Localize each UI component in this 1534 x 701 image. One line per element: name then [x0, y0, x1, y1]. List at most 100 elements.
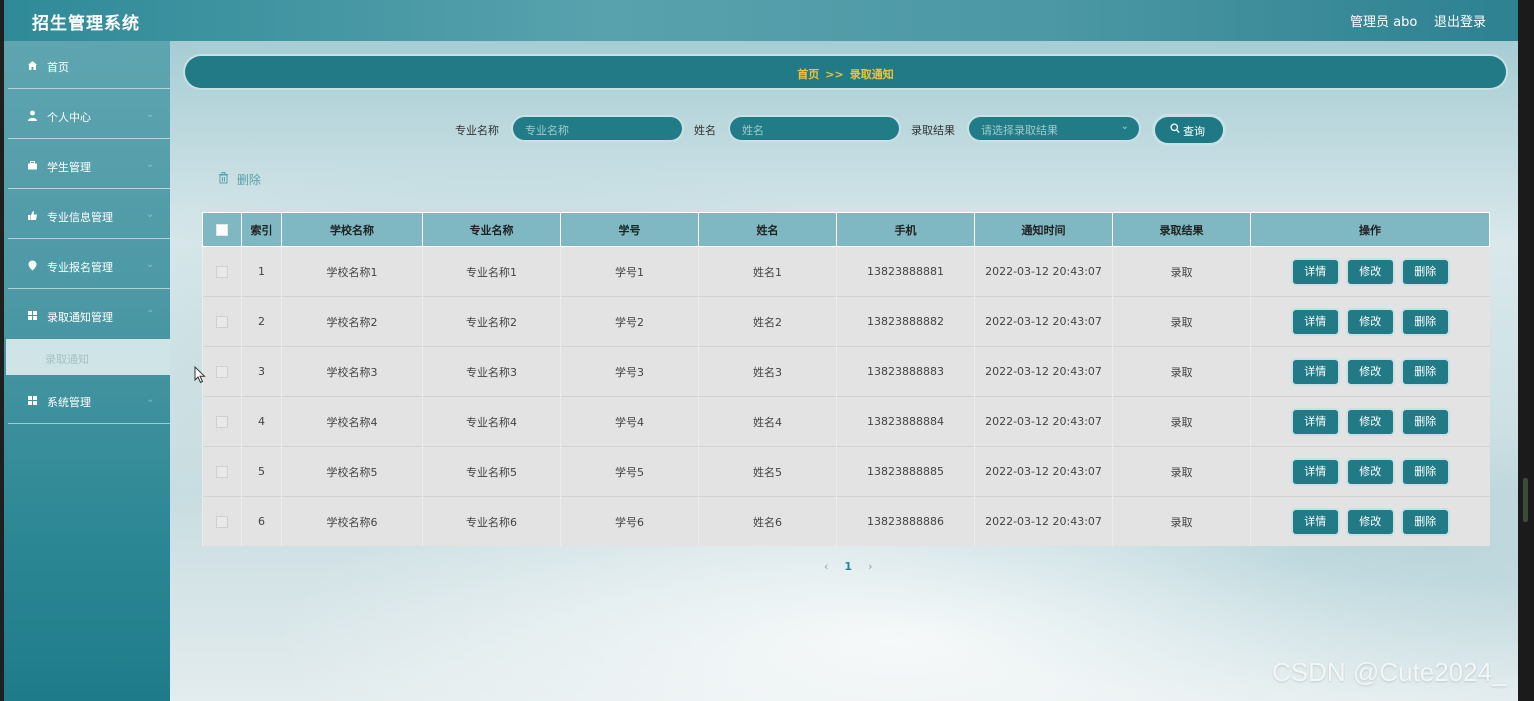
sidebar-item-personal-center[interactable]: 个人中心 ⌄ — [4, 91, 170, 139]
sidebar-item-label: 首页 — [47, 61, 69, 74]
sidebar-item-admission-notice-management[interactable]: 录取通知管理 ⌃ — [4, 291, 170, 339]
column-header: 专业名称 — [422, 212, 561, 247]
delete-button[interactable]: 删除 — [1402, 459, 1448, 484]
student-id-cell: 学号1 — [560, 246, 699, 297]
table-row: 4 学校名称4 专业名称4 学号4 姓名4 13823888884 2022-0… — [202, 396, 1490, 447]
scrollbar-thumb[interactable] — [1523, 478, 1528, 522]
user-icon — [27, 110, 38, 121]
notice-time-cell: 2022-03-12 20:43:07 — [974, 446, 1113, 497]
prev-page-button[interactable]: ‹ — [824, 560, 828, 573]
edit-button[interactable]: 修改 — [1347, 459, 1393, 484]
logout-link[interactable]: 退出登录 — [1434, 11, 1486, 30]
row-checkbox[interactable] — [216, 366, 228, 378]
edit-button[interactable]: 修改 — [1347, 509, 1393, 534]
detail-button[interactable]: 详情 — [1292, 459, 1338, 484]
name-cell: 姓名6 — [698, 496, 837, 546]
name-cell: 姓名1 — [698, 246, 837, 297]
chevron-down-icon: ⌄ — [146, 209, 155, 220]
sidebar-item-label: 录取通知管理 — [47, 311, 113, 324]
detail-button[interactable]: 详情 — [1292, 409, 1338, 434]
bulk-delete-label: 删除 — [236, 173, 261, 187]
sidebar: 首页 个人中心 ⌄ 学生管理 ⌄ 专业信息管理 ⌄ 专业报名管理 ⌄ 录取通知管… — [4, 41, 170, 701]
column-header: 录取结果 — [1112, 212, 1251, 247]
school-cell: 学校名称5 — [281, 446, 423, 497]
student-id-cell: 学号5 — [560, 446, 699, 497]
watermark: CSDN @Cute2024_ — [1272, 657, 1507, 687]
notice-time-cell: 2022-03-12 20:43:07 — [974, 296, 1113, 347]
actions-cell: 详情 修改 删除 — [1250, 346, 1490, 397]
sidebar-item-home[interactable]: 首页 — [4, 41, 170, 89]
select-all-checkbox[interactable] — [216, 224, 228, 236]
edit-button[interactable]: 修改 — [1347, 259, 1393, 284]
student-name-input[interactable]: 姓名 — [730, 117, 899, 140]
row-checkbox[interactable] — [216, 466, 228, 478]
school-cell: 学校名称1 — [281, 246, 423, 297]
school-cell: 学校名称6 — [281, 496, 423, 546]
column-header: 学号 — [560, 212, 699, 247]
delete-button[interactable]: 删除 — [1402, 309, 1448, 334]
delete-button[interactable]: 删除 — [1402, 259, 1448, 284]
breadcrumb-home-link[interactable]: 首页 — [797, 68, 819, 81]
edit-button[interactable]: 修改 — [1347, 309, 1393, 334]
page-number-current[interactable]: 1 — [844, 560, 852, 573]
table-row: 1 学校名称1 专业名称1 学号1 姓名1 13823888881 2022-0… — [202, 246, 1490, 297]
divider — [8, 188, 170, 189]
name-cell: 姓名3 — [698, 346, 837, 397]
actions-cell: 详情 修改 删除 — [1250, 446, 1490, 497]
divider — [8, 423, 170, 424]
result-cell: 录取 — [1112, 346, 1251, 397]
chevron-down-icon: ⌄ — [1120, 121, 1129, 132]
student-id-cell: 学号6 — [560, 496, 699, 546]
next-page-button[interactable]: › — [868, 560, 872, 573]
admission-result-select[interactable]: 请选择录取结果 ⌄ — [969, 117, 1139, 140]
delete-button[interactable]: 删除 — [1402, 359, 1448, 384]
submenu-item-label: 录取通知 — [45, 353, 89, 366]
briefcase-icon — [27, 160, 38, 171]
row-checkbox[interactable] — [216, 516, 228, 528]
sidebar-item-system-management[interactable]: 系统管理 ⌄ — [4, 376, 170, 424]
current-user: 管理员 abo — [1350, 15, 1418, 30]
detail-button[interactable]: 详情 — [1292, 359, 1338, 384]
sidebar-item-label: 个人中心 — [47, 111, 91, 124]
detail-button[interactable]: 详情 — [1292, 309, 1338, 334]
delete-button[interactable]: 删除 — [1402, 509, 1448, 534]
notice-time-cell: 2022-03-12 20:43:07 — [974, 346, 1113, 397]
breadcrumb-separator: >> — [825, 68, 844, 81]
notice-time-cell: 2022-03-12 20:43:07 — [974, 396, 1113, 447]
edit-button[interactable]: 修改 — [1347, 359, 1393, 384]
mouse-cursor-icon — [194, 365, 206, 384]
phone-cell: 13823888881 — [836, 246, 975, 297]
result-cell: 录取 — [1112, 446, 1251, 497]
sidebar-item-major-info[interactable]: 专业信息管理 ⌄ — [4, 191, 170, 239]
column-header: 姓名 — [698, 212, 837, 247]
table-row: 3 学校名称3 专业名称3 学号3 姓名3 13823888883 2022-0… — [202, 346, 1490, 397]
sidebar-item-label: 专业信息管理 — [47, 211, 113, 224]
window-scrollbar[interactable] — [1518, 0, 1534, 701]
student-id-cell: 学号2 — [560, 296, 699, 347]
chevron-down-icon: ⌄ — [146, 259, 155, 270]
row-checkbox[interactable] — [216, 316, 228, 328]
bulk-delete-button[interactable]: 删除 — [218, 171, 261, 188]
row-checkbox[interactable] — [216, 416, 228, 428]
delete-button[interactable]: 删除 — [1402, 409, 1448, 434]
school-cell: 学校名称2 — [281, 296, 423, 347]
notice-time-cell: 2022-03-12 20:43:07 — [974, 496, 1113, 546]
column-header: 手机 — [836, 212, 975, 247]
sidebar-item-major-registration[interactable]: 专业报名管理 ⌄ — [4, 241, 170, 289]
detail-button[interactable]: 详情 — [1292, 259, 1338, 284]
divider — [8, 138, 170, 139]
top-bar: 招生管理系统 管理员 abo 退出登录 — [4, 0, 1518, 41]
index-cell: 2 — [241, 296, 282, 347]
detail-button[interactable]: 详情 — [1292, 509, 1338, 534]
sidebar-item-student-management[interactable]: 学生管理 ⌄ — [4, 141, 170, 189]
row-checkbox[interactable] — [216, 266, 228, 278]
major-cell: 专业名称2 — [422, 296, 561, 347]
admission-result-placeholder: 请选择录取结果 — [981, 124, 1058, 137]
column-header: 通知时间 — [974, 212, 1113, 247]
submenu-item-admission-notice[interactable]: 录取通知 — [6, 339, 170, 375]
edit-button[interactable]: 修改 — [1347, 409, 1393, 434]
major-name-input[interactable]: 专业名称 — [513, 117, 682, 140]
search-button[interactable]: 查询 — [1155, 117, 1223, 143]
sidebar-item-label: 专业报名管理 — [47, 261, 113, 274]
phone-cell: 13823888882 — [836, 296, 975, 347]
